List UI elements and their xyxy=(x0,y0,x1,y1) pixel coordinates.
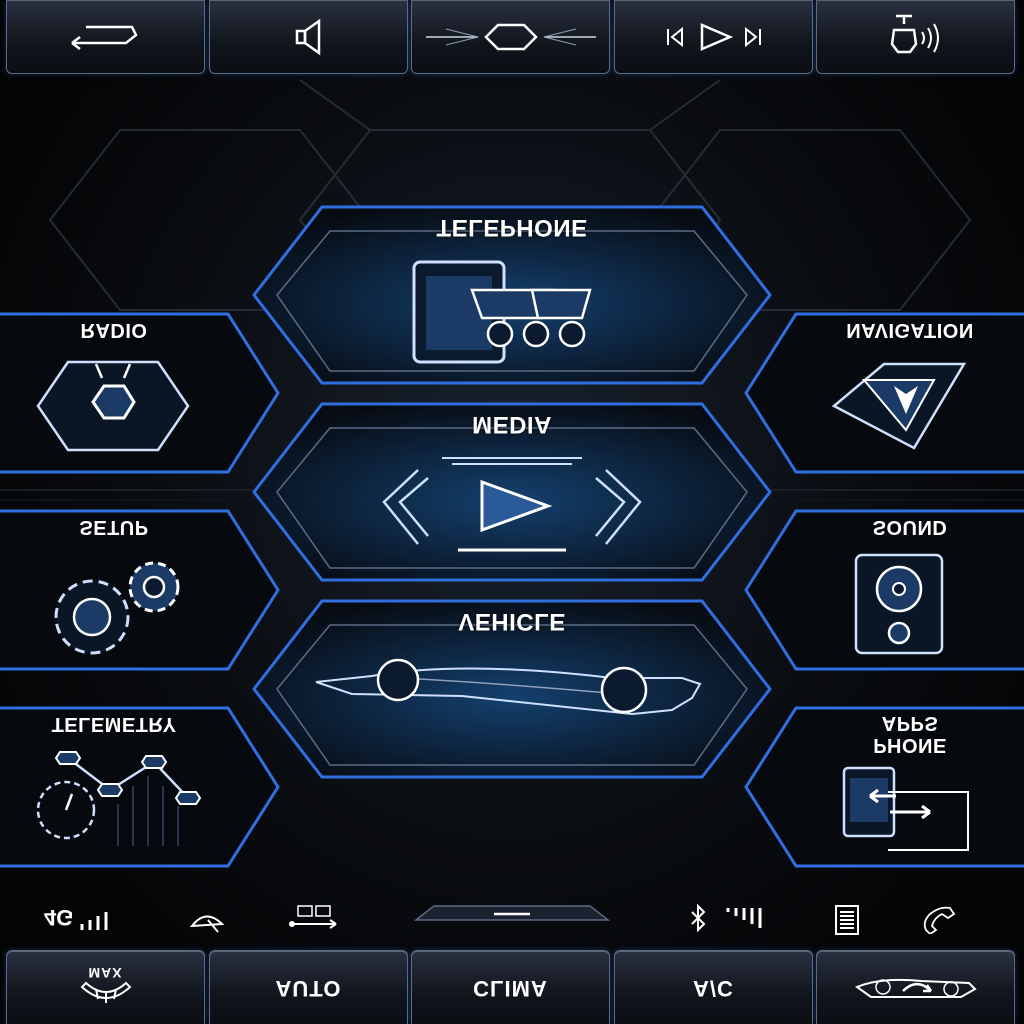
signal-icon xyxy=(80,911,108,930)
network-label: 4G xyxy=(44,905,74,930)
back-button[interactable] xyxy=(6,0,205,74)
clima-label: CLIMA xyxy=(473,975,548,1001)
hexagon-home-icon xyxy=(425,23,596,50)
radio-label: RADIO xyxy=(80,319,148,341)
air-recirculation-icon xyxy=(854,978,977,998)
voice-command-icon xyxy=(890,14,939,53)
phone-handset-icon xyxy=(923,906,956,934)
auto-button[interactable]: AUTO xyxy=(209,950,408,1024)
radio-tile[interactable]: RADIO xyxy=(0,312,280,474)
network-indicator: 4G xyxy=(44,904,118,932)
back-arrow-icon xyxy=(70,25,138,50)
telemetry-label: TELEMETRY xyxy=(51,713,177,735)
media-label: MEDIA xyxy=(472,411,552,438)
home-button[interactable] xyxy=(411,0,610,74)
phone-apps-tile[interactable]: PHONE APPS xyxy=(744,706,1024,868)
max-label: MAX xyxy=(88,964,123,981)
telemetry-tile[interactable]: TELEMETRY xyxy=(0,706,280,868)
vehicle-tile[interactable]: VEHICLE xyxy=(252,599,772,779)
speaker-box-icon xyxy=(854,553,944,655)
navigation-tile[interactable]: NAVIGATION xyxy=(744,312,1024,474)
auto-label: AUTO xyxy=(275,975,342,1001)
home-indicator-tab xyxy=(413,905,611,921)
phone-apps-label: PHONE APPS xyxy=(794,712,1024,756)
rear-defrost-icon xyxy=(80,981,131,1003)
navigation-label: NAVIGATION xyxy=(846,319,974,341)
prev-play-next-icon xyxy=(666,22,761,51)
navigation-map-icon xyxy=(831,362,967,450)
telephone-tile[interactable]: TELEPHONE xyxy=(252,205,772,385)
signal-bars-icon xyxy=(726,908,762,928)
setup-tile[interactable]: SETUP xyxy=(0,509,280,671)
media-controls-button[interactable] xyxy=(614,0,813,74)
setup-label: SETUP xyxy=(79,516,149,538)
gears-icon xyxy=(54,561,180,655)
telephone-label: TELEPHONE xyxy=(436,214,588,241)
phone-mirror-icon xyxy=(842,766,969,851)
sound-tile[interactable]: SOUND xyxy=(744,509,1024,671)
speaker-icon xyxy=(295,18,320,55)
clima-button[interactable]: CLIMA xyxy=(411,950,610,1024)
phone-apps-label-line1: PHONE xyxy=(873,734,947,756)
car-silhouette-icon xyxy=(315,658,702,716)
radio-icon xyxy=(36,360,190,452)
smartphone-icon xyxy=(412,260,592,364)
battery-icon xyxy=(835,905,859,935)
air-recirculation-button[interactable] xyxy=(816,950,1015,1024)
home-indicator[interactable] xyxy=(413,904,611,922)
sound-label: SOUND xyxy=(872,516,948,538)
media-tile[interactable]: MEDIA xyxy=(252,402,772,582)
usb-icon xyxy=(289,905,337,929)
wiper-icon xyxy=(189,915,225,933)
max-defrost-button[interactable]: MAX xyxy=(6,950,205,1024)
telemetry-graph-icon xyxy=(36,751,202,846)
ac-button[interactable]: A/C xyxy=(614,950,813,1024)
voice-command-button[interactable] xyxy=(816,0,1015,74)
play-icon xyxy=(382,457,642,552)
phone-apps-label-line2: APPS xyxy=(881,712,939,734)
volume-button[interactable] xyxy=(209,0,408,74)
ac-label: A/C xyxy=(693,975,734,1001)
vehicle-label: VEHICLE xyxy=(458,608,566,635)
bluetooth-icon xyxy=(691,904,706,933)
